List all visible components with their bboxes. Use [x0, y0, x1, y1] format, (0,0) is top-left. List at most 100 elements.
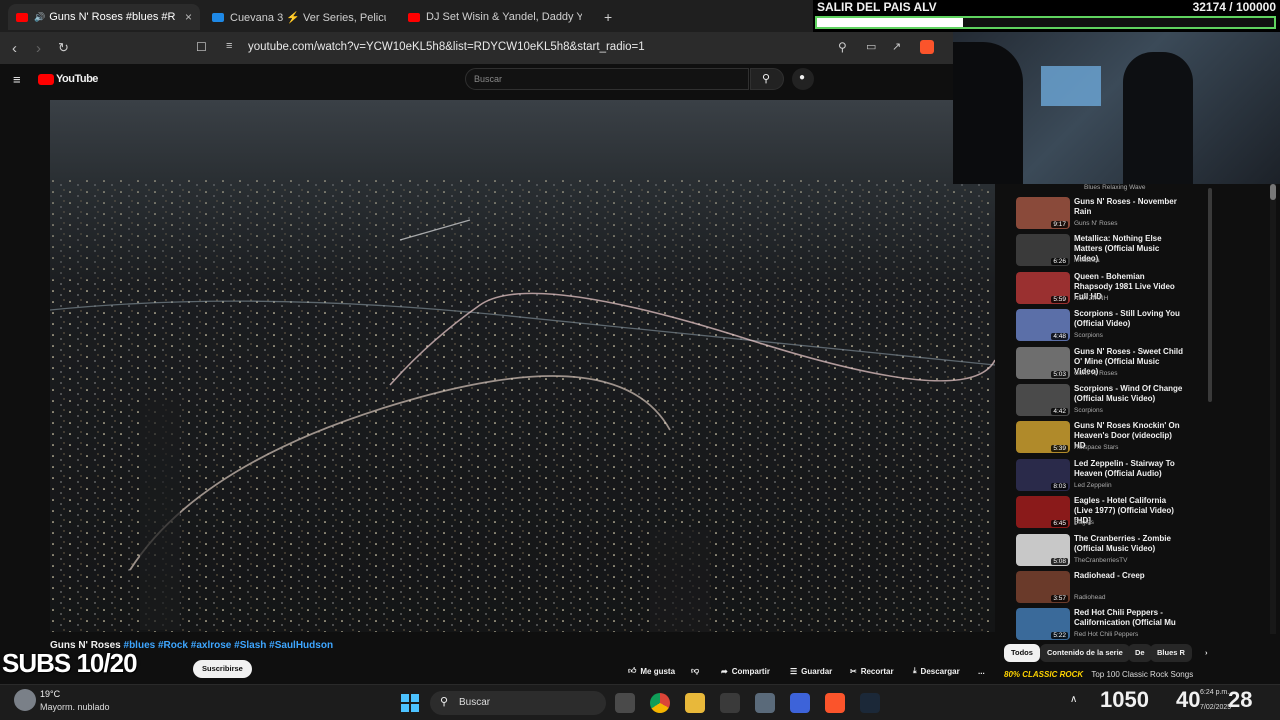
goal-progress-bar	[815, 16, 1276, 29]
taskbar-search[interactable]: ⚲ Buscar	[430, 691, 606, 715]
download-button[interactable]: ⤓ Descargar	[913, 662, 960, 680]
video-thumbnail[interactable]: 3:57	[1016, 571, 1070, 603]
chip-blues[interactable]: Blues R	[1150, 644, 1192, 662]
chip-all[interactable]: Todos	[1004, 644, 1040, 662]
share-label: Compartir	[731, 666, 770, 676]
clock-date[interactable]: 7/02/2025	[1200, 704, 1231, 711]
vscode-icon[interactable]	[790, 693, 810, 713]
page-scroll-thumb[interactable]	[1270, 184, 1276, 200]
save-icon: ☰	[790, 666, 798, 676]
playlist-item[interactable]: 6:45 Eagles - Hotel California (Live 1977…	[1016, 496, 1256, 532]
playlist-item[interactable]: 5:22 Red Hot Chili Peppers - Californicat…	[1016, 608, 1256, 644]
share-icon[interactable]: ↗	[892, 40, 901, 53]
bookmark-icon[interactable]: ☐	[196, 40, 207, 54]
video-thumbnail[interactable]: 6:26	[1016, 234, 1070, 267]
forward-icon[interactable]: ›	[36, 40, 41, 57]
video-title[interactable]: Scorpions - Still Loving You (Official V…	[1074, 309, 1184, 329]
video-thumbnail[interactable]: 5:22	[1016, 608, 1070, 641]
video-title[interactable]: The Cranberries - Zombie (Official Music…	[1074, 534, 1184, 554]
video-channel: Metallica	[1074, 257, 1100, 265]
video-title[interactable]: Red Hot Chili Peppers - Californication …	[1074, 608, 1184, 628]
video-title[interactable]: Radiohead - Creep	[1074, 571, 1184, 581]
video-title[interactable]: Led Zeppelin - Stairway To Heaven (Offic…	[1074, 459, 1184, 479]
site-info-icon[interactable]: ≡	[226, 40, 232, 52]
youtube-header: ≡ YouTube Buscar ⚲ ●	[0, 64, 960, 98]
dislike-button[interactable]: 👎︎	[691, 662, 699, 680]
task-view-icon[interactable]	[615, 693, 635, 713]
playlist-item[interactable]: 5:59 Queen - Bohemian Rhapsody 1981 Live …	[1016, 271, 1256, 308]
voice-search-button[interactable]: ●	[792, 68, 814, 90]
tab-cuevana[interactable]: Cuevana 3 ⚡ Ver Series, Pelicula	[204, 4, 394, 30]
video-channel: Scorpions	[1074, 407, 1103, 414]
playlist-item[interactable]: 5:03 Guns N' Roses - Sweet Child O' Mine …	[1016, 346, 1256, 383]
settings-icon[interactable]	[755, 693, 775, 713]
save-button[interactable]: ☰ Guardar	[790, 662, 832, 680]
chip-series[interactable]: Contenido de la serie	[1040, 644, 1130, 662]
brave-shield-icon[interactable]	[920, 40, 934, 54]
clock-time[interactable]: 6:24 p.m.	[1200, 689, 1229, 696]
video-duration: 5:59	[1051, 295, 1068, 303]
page-scrollbar[interactable]	[1270, 184, 1276, 634]
brave-icon[interactable]	[825, 693, 845, 713]
windows-start-icon[interactable]	[400, 693, 420, 713]
url-field[interactable]: youtube.com/watch?v=YCW10eKL5h8&list=RDY…	[248, 41, 645, 53]
reload-icon[interactable]: ↻	[58, 40, 69, 56]
playlist-item[interactable]: 8:03 Led Zeppelin - Stairway To Heaven (O…	[1016, 458, 1256, 495]
back-icon[interactable]: ‹	[12, 40, 17, 57]
weather-icon[interactable]	[14, 689, 36, 711]
obs-icon[interactable]	[720, 693, 740, 713]
cast-icon[interactable]: ▭	[866, 40, 876, 53]
tray-chevron-icon[interactable]: ∧	[1070, 694, 1077, 705]
clip-button[interactable]: ✂ Recortar	[850, 662, 894, 680]
video-channel: Radiohead	[1074, 594, 1106, 601]
playlist-item[interactable]: 5:39 Guns N' Roses Knockin' On Heaven's D…	[1016, 421, 1256, 457]
subscribe-button[interactable]: Suscribirse	[193, 660, 252, 678]
stream-ticker: 80% CLASSIC ROCK Top 100 Classic Rock So…	[1004, 670, 1280, 684]
playlist-item[interactable]: 6:26 Metallica: Nothing Else Matters (Off…	[1016, 234, 1256, 270]
video-thumbnail[interactable]: 8:03	[1016, 458, 1070, 491]
subs-overlay: SUBS 10/20	[2, 648, 138, 678]
video-title[interactable]: Scorpions - Wind Of Change (Official Mus…	[1074, 384, 1184, 404]
playlist-item[interactable]: 5:08 The Cranberries - Zombie (Official M…	[1016, 533, 1256, 570]
like-button[interactable]: 👍︎ Me gusta	[628, 662, 675, 680]
file-explorer-icon[interactable]	[685, 693, 705, 713]
video-player[interactable]	[50, 100, 995, 632]
video-channel: TheCranberriesTV	[1074, 556, 1128, 564]
steam-icon[interactable]	[860, 693, 880, 713]
video-thumbnail[interactable]: 4:42	[1016, 384, 1070, 416]
chips-next-icon[interactable]: ›	[1198, 644, 1215, 662]
weather-desc: Mayorm. nublado	[40, 702, 110, 712]
video-thumbnail[interactable]: 9:17	[1016, 197, 1070, 229]
search-input[interactable]: Buscar	[465, 68, 749, 90]
menu-icon[interactable]: ≡	[13, 72, 21, 87]
youtube-logo-icon[interactable]	[38, 74, 54, 85]
playlist-scrollbar[interactable]	[1208, 188, 1212, 402]
playlist-item[interactable]: 4:48 Scorpions - Still Loving You (Offici…	[1016, 309, 1256, 345]
video-thumbnail[interactable]: 5:08	[1016, 533, 1070, 566]
tab-dj-set[interactable]: DJ Set Wisin & Yandel, Daddy Yanke	[400, 4, 590, 30]
close-tab-icon[interactable]: ×	[185, 10, 192, 24]
new-tab-button[interactable]: +	[596, 4, 620, 30]
clip-label: Recortar	[860, 666, 894, 676]
video-thumbnail[interactable]: 4:48	[1016, 309, 1070, 342]
tab-title: Cuevana 3 ⚡ Ver Series, Pelicula	[230, 11, 386, 24]
video-channel: Eagles	[1074, 519, 1094, 527]
share-button[interactable]: ➦ Compartir	[721, 662, 770, 680]
video-thumbnail[interactable]: 5:39	[1016, 421, 1070, 454]
playlist-item[interactable]: 9:17 Guns N' Roses - November Rain Guns N'…	[1016, 197, 1256, 233]
video-thumbnail[interactable]: 5:59	[1016, 271, 1070, 304]
video-thumbnail[interactable]: 5:03	[1016, 346, 1070, 379]
search-button[interactable]: ⚲	[750, 68, 784, 90]
video-duration: 4:48	[1051, 333, 1068, 341]
video-title[interactable]: Guns N' Roses - November Rain	[1074, 197, 1184, 217]
chrome-icon[interactable]	[650, 693, 670, 713]
video-thumbnail[interactable]: 6:45	[1016, 496, 1070, 529]
more-actions-button[interactable]: ...	[978, 662, 985, 680]
zoom-icon[interactable]: ⚲	[838, 40, 847, 54]
playlist-item[interactable]: 3:57 Radiohead - Creep Radiohead	[1016, 571, 1256, 607]
tab-youtube[interactable]: 🔊 Guns N' Roses #blues #Rock ×	[8, 4, 200, 30]
windows-taskbar: 19°C Mayorm. nublado ⚲ Buscar ∧ 1050 40 …	[0, 684, 1280, 720]
playlist-item[interactable]: 4:42 Scorpions - Wind Of Change (Official…	[1016, 384, 1256, 420]
chip-from[interactable]: De	[1128, 644, 1152, 662]
video-title-hashtags[interactable]: #blues #Rock #axlrose #Slash #SaulHudson	[124, 640, 334, 651]
